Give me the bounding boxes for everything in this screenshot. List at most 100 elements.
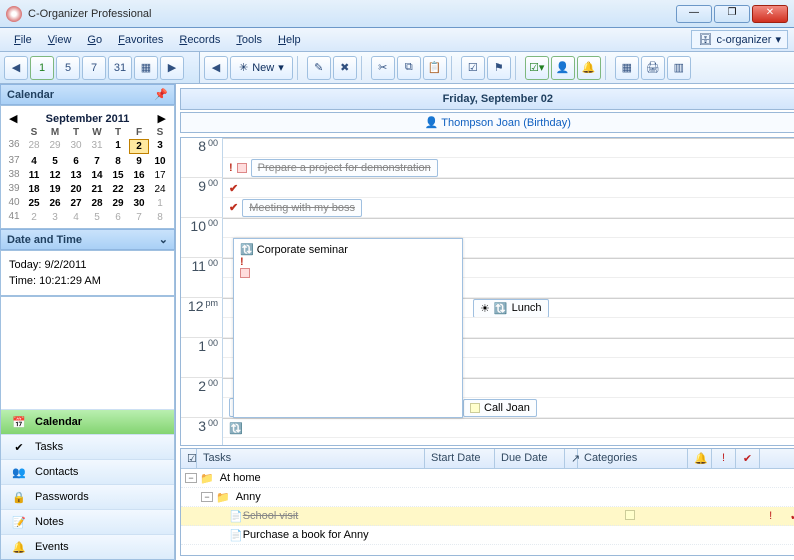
assign-person-button[interactable]: 👤 — [551, 56, 575, 80]
time-slot[interactable] — [223, 138, 794, 158]
tasks-tree[interactable]: − 📁 At home − 📁 Anny 📄 School visit — [181, 469, 794, 555]
calendar-day[interactable]: 30 — [66, 139, 86, 154]
time-slot[interactable]: 🔃 — [223, 418, 794, 438]
copy-button[interactable]: ⧉ — [397, 56, 421, 80]
datetime-panel-header[interactable]: Date and Time ⌄ — [0, 229, 175, 250]
menu-records[interactable]: Records — [171, 31, 228, 49]
menu-tools[interactable]: Tools — [228, 31, 270, 49]
view-week-button[interactable]: 7 — [82, 56, 106, 80]
tasks-col-cat[interactable]: Categories — [578, 449, 688, 468]
pin-icon[interactable]: 📌 — [154, 88, 168, 101]
priority-col-icon[interactable]: ! — [712, 449, 736, 468]
calendar-day[interactable]: 27 — [66, 197, 86, 210]
new-button[interactable]: ✳ New ▾ — [230, 56, 293, 80]
calendar-day[interactable]: 8 — [108, 155, 128, 168]
calendar-day[interactable]: 16 — [129, 169, 149, 182]
reminder-button[interactable]: 🔔 — [577, 56, 601, 80]
sidebar-item-contacts[interactable]: 👥Contacts — [1, 459, 174, 484]
task-group-row[interactable]: − 📁 Anny — [181, 488, 794, 507]
sidebar-item-notes[interactable]: 📝Notes — [1, 509, 174, 534]
calendar-day[interactable]: 14 — [87, 169, 107, 182]
appt-prepare-project[interactable]: Prepare a project for demonstration — [251, 159, 438, 177]
sort-icon[interactable]: ↗ — [565, 449, 578, 468]
task-row[interactable]: 📄 School visit ! ✔ — [181, 507, 794, 526]
calendar-day[interactable]: 26 — [45, 197, 65, 210]
calendar-day[interactable]: 9 — [129, 155, 149, 168]
maximize-button[interactable]: ❐ — [714, 5, 750, 23]
reminder-col-icon[interactable]: 🔔 — [688, 449, 712, 468]
calendar-day[interactable]: 25 — [24, 197, 44, 210]
calendar-day[interactable]: 7 — [129, 211, 149, 224]
nav-fwd-icon[interactable]: ▶ — [160, 56, 184, 80]
calendar-day[interactable]: 11 — [24, 169, 44, 182]
calendar-day[interactable]: 2 — [129, 139, 149, 154]
view-month-button[interactable]: 31 — [108, 56, 132, 80]
menu-help[interactable]: Help — [270, 31, 309, 49]
collapse-icon[interactable]: ⌄ — [159, 233, 168, 246]
calendar-day[interactable]: 3 — [45, 211, 65, 224]
paste-button[interactable]: 📋 — [423, 56, 447, 80]
cut-button[interactable]: ✂ — [371, 56, 395, 80]
appt-corporate-seminar[interactable]: 🔃 Corporate seminar ! — [233, 238, 463, 418]
sidebar-item-events[interactable]: 🔔Events — [1, 534, 174, 559]
calendar-day[interactable]: 6 — [66, 155, 86, 168]
tasks-col-name[interactable]: Tasks — [197, 449, 425, 468]
allday-link[interactable]: Thompson Joan (Birthday) — [441, 117, 571, 129]
task-row[interactable]: 📄 Purchase a book for Anny 0% — [181, 526, 794, 545]
calendar-day[interactable]: 24 — [150, 183, 170, 196]
calendar-day[interactable]: 22 — [108, 183, 128, 196]
allday-event[interactable]: 👤 Thompson Joan (Birthday) — [180, 112, 794, 133]
database-selector[interactable]: 🗄 c-organizer ▾ — [691, 30, 788, 49]
calendar-day[interactable]: 5 — [45, 155, 65, 168]
expander-icon[interactable]: − — [201, 492, 213, 502]
appt-lunch[interactable]: ☀🔃 Lunch — [473, 299, 549, 318]
tasks-col-start[interactable]: Start Date — [425, 449, 495, 468]
calendar-day[interactable]: 3 — [150, 139, 170, 154]
nav-back-icon[interactable]: ◀ — [4, 56, 28, 80]
appt-meeting-boss[interactable]: Meeting with my boss — [242, 199, 362, 217]
calendar-day[interactable]: 8 — [150, 211, 170, 224]
prev-month-icon[interactable]: ◀ — [9, 112, 17, 125]
menu-view[interactable]: View — [40, 31, 80, 49]
calendar-day[interactable]: 17 — [150, 169, 170, 182]
menu-favorites[interactable]: Favorites — [110, 31, 171, 49]
calendar-day[interactable]: 12 — [45, 169, 65, 182]
sidebar-item-tasks[interactable]: ✔Tasks — [1, 434, 174, 459]
time-slot[interactable]: ✔ Meeting with my boss — [223, 198, 794, 218]
calendar-day[interactable]: 4 — [66, 211, 86, 224]
calendar-day[interactable]: 19 — [45, 183, 65, 196]
time-slot[interactable]: ! Prepare a project for demonstration — [223, 158, 794, 178]
tasks-col-due[interactable]: Due Date — [495, 449, 565, 468]
toolbar-chevron[interactable]: ◀ — [204, 56, 228, 80]
calendar-day[interactable]: 23 — [129, 183, 149, 196]
calendar-day[interactable]: 31 — [87, 139, 107, 154]
view-day-button[interactable]: 1 — [30, 56, 54, 80]
calendar-day[interactable]: 28 — [24, 139, 44, 154]
calendar-day[interactable]: 13 — [66, 169, 86, 182]
sidebar-item-calendar[interactable]: 📅Calendar — [1, 409, 174, 434]
menu-go[interactable]: Go — [79, 31, 110, 49]
categories-button[interactable]: ▦ — [615, 56, 639, 80]
done-col-icon[interactable]: ☑ — [181, 449, 197, 468]
calendar-day[interactable]: 6 — [108, 211, 128, 224]
time-slot[interactable]: ✔ — [223, 178, 794, 198]
view-multi-button[interactable]: ▦ — [134, 56, 158, 80]
view-workweek-button[interactable]: 5 — [56, 56, 80, 80]
calendar-day[interactable]: 5 — [87, 211, 107, 224]
show-completed-button[interactable]: ☑▾ — [525, 56, 549, 80]
mini-calendar[interactable]: ◀ September 2011 ▶ SMTWTFS36282930311233… — [0, 105, 175, 229]
time-slot[interactable] — [223, 218, 794, 238]
flag-button[interactable]: ⚑ — [487, 56, 511, 80]
print-button[interactable]: 🖨 — [641, 56, 665, 80]
menu-file[interactable]: File — [6, 31, 40, 49]
edit-button[interactable]: ✎ — [307, 56, 331, 80]
calendar-day[interactable]: 15 — [108, 169, 128, 182]
complete-button[interactable]: ☑ — [461, 56, 485, 80]
calendar-day[interactable]: 10 — [150, 155, 170, 168]
minimize-button[interactable]: — — [676, 5, 712, 23]
close-button[interactable]: ✕ — [752, 5, 788, 23]
calendar-day[interactable]: 2 — [24, 211, 44, 224]
calendar-panel-header[interactable]: Calendar 📌 — [0, 84, 175, 105]
layout-button[interactable]: ▥ — [667, 56, 691, 80]
schedule-grid[interactable]: 800! Prepare a project for demonstration… — [180, 137, 794, 446]
